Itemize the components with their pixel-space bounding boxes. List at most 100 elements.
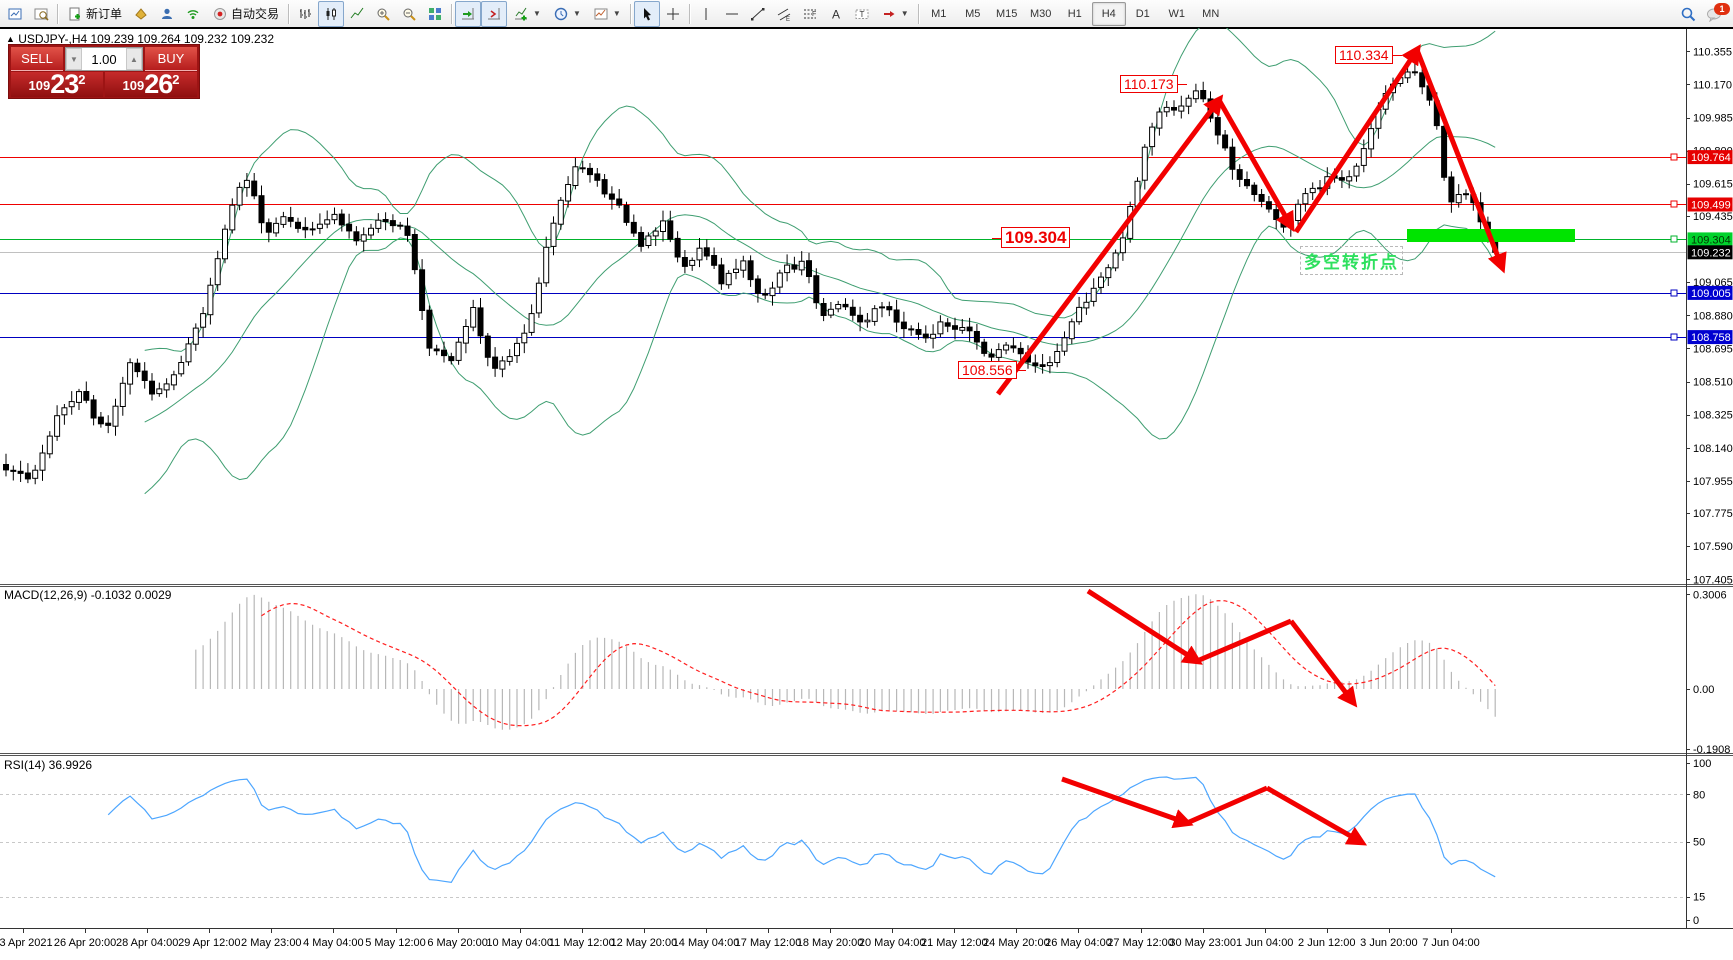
time-tick-label: 29 Apr 12:00 xyxy=(178,937,240,949)
free-text-object[interactable]: 多空转折点 xyxy=(1300,246,1403,275)
price-tick-label: 107.775 xyxy=(1693,508,1733,520)
sell-price[interactable]: 109232 xyxy=(11,72,103,97)
candlestick-chart-button[interactable] xyxy=(318,1,344,27)
equidistant-channel-button[interactable]: E xyxy=(771,1,797,27)
trendline-icon xyxy=(750,6,766,22)
timeframe-button-w1[interactable]: W1 xyxy=(1160,2,1194,26)
timeframe-toolbar: M1M5M15M30H1H4D1W1MN xyxy=(922,2,1228,26)
trend-arrows-main[interactable] xyxy=(998,50,1502,394)
bollinger-upper-band xyxy=(145,22,1496,351)
templates-button[interactable]: ▼ xyxy=(587,1,627,27)
community-button[interactable] xyxy=(154,1,180,27)
indicators-button[interactable]: ▼ xyxy=(507,1,547,27)
buy-price[interactable]: 109262 xyxy=(105,72,197,97)
timeframe-button-h1[interactable]: H1 xyxy=(1058,2,1092,26)
timeframe-button-h4[interactable]: H4 xyxy=(1092,2,1126,26)
fibonacci-icon: F xyxy=(802,6,818,22)
macd-histogram xyxy=(196,594,1495,729)
text-label-button[interactable]: T xyxy=(849,1,875,27)
trendline-button[interactable] xyxy=(745,1,771,27)
time-tick-label: 2 May 23:00 xyxy=(241,937,302,949)
auto-scroll-button[interactable] xyxy=(455,1,481,27)
autotrading-button[interactable]: 自动交易 xyxy=(206,1,285,27)
time-scale[interactable]: 23 Apr 202126 Apr 20:0028 Apr 04:0029 Ap… xyxy=(0,929,1480,949)
buy-price-pips: 26 xyxy=(144,72,172,97)
dropdown-caret-icon: ▼ xyxy=(613,9,621,18)
bollinger-bands xyxy=(145,22,1496,494)
price-tick-label: 110.355 xyxy=(1693,46,1732,58)
line-chart-button[interactable] xyxy=(344,1,370,27)
time-tick-label: 17 May 12:00 xyxy=(735,937,802,949)
price-scale[interactable]: 110.355110.170109.985109.800109.615109.4… xyxy=(1686,46,1733,927)
shapes-arrows-button[interactable]: ▼ xyxy=(875,1,915,27)
price-tick-label: 108.510 xyxy=(1693,377,1733,389)
bollinger-middle-band xyxy=(145,136,1496,422)
vertical-line-icon xyxy=(698,6,714,22)
new-order-button[interactable]: 新订单 xyxy=(61,1,128,27)
time-tick-label: 2 Jun 12:00 xyxy=(1298,937,1356,949)
signals-button[interactable] xyxy=(180,1,206,27)
notifications-button[interactable]: 1 xyxy=(1701,1,1727,27)
autotrading-icon xyxy=(212,6,228,22)
time-tick-label: 10 May 04:00 xyxy=(486,937,553,949)
toolbar-separator xyxy=(451,4,452,24)
annotation-pointer-line xyxy=(1178,84,1187,85)
rsi-tick-label: 100 xyxy=(1693,758,1711,770)
price-annotation-box[interactable]: 108.556 xyxy=(958,361,1017,379)
bar-chart-button[interactable] xyxy=(292,1,318,27)
rsi-tick-label: 50 xyxy=(1693,837,1705,849)
search-button[interactable] xyxy=(1675,1,1701,27)
annotation-pointer-line xyxy=(992,238,1001,239)
price-annotation-box[interactable]: 110.173 xyxy=(1120,75,1178,93)
sell-button[interactable]: SELL xyxy=(11,47,63,71)
volume-input[interactable]: 1.00 xyxy=(82,48,126,70)
price-tag-label: 109.005 xyxy=(1691,288,1731,300)
dropdown-caret-icon: ▼ xyxy=(901,9,909,18)
metaeditor-button[interactable] xyxy=(128,1,154,27)
buy-price-figure: 109 xyxy=(123,75,145,97)
trend-arrows-macd[interactable] xyxy=(1088,591,1353,702)
metaeditor-icon xyxy=(133,6,149,22)
notification-badge: 1 xyxy=(1714,3,1730,15)
timeframe-button-m15[interactable]: M15 xyxy=(990,2,1024,26)
new-order-label: 新订单 xyxy=(86,5,122,22)
macd-indicator-label: MACD(12,26,9) -0.1032 0.0029 xyxy=(4,588,171,602)
timeframe-button-m1[interactable]: M1 xyxy=(922,2,956,26)
text-button[interactable]: A xyxy=(823,1,849,27)
dropdown-caret-icon: ▼ xyxy=(533,9,541,18)
time-tick-label: 7 Jun 04:00 xyxy=(1422,937,1480,949)
timeframe-button-mn[interactable]: MN xyxy=(1194,2,1228,26)
trend-arrows-rsi[interactable] xyxy=(1062,779,1361,842)
time-tick-label: 30 May 23:00 xyxy=(1169,937,1236,949)
horizontal-line-button[interactable] xyxy=(719,1,745,27)
toolbar-separator xyxy=(288,4,289,24)
chart-shift-button[interactable] xyxy=(481,1,507,27)
cursor-button[interactable] xyxy=(634,1,660,27)
svg-text:T: T xyxy=(859,10,864,19)
timeframe-button-m5[interactable]: M5 xyxy=(956,2,990,26)
timeframe-button-d1[interactable]: D1 xyxy=(1126,2,1160,26)
price-annotation-box[interactable]: 109.304 xyxy=(1001,227,1070,248)
price-annotation-box[interactable]: 110.334 xyxy=(1335,46,1393,64)
periods-button[interactable]: ▼ xyxy=(547,1,587,27)
fibonacci-button[interactable]: F xyxy=(797,1,823,27)
time-tick-label: 14 May 04:00 xyxy=(673,937,740,949)
vertical-line-button[interactable] xyxy=(693,1,719,27)
buy-button[interactable]: BUY xyxy=(145,47,197,71)
timeframe-button-m30[interactable]: M30 xyxy=(1024,2,1058,26)
tile-windows-button[interactable] xyxy=(422,1,448,27)
text-icon: A xyxy=(828,6,844,22)
sell-price-figure: 109 xyxy=(29,75,51,97)
trend-arrow-segment xyxy=(1187,788,1267,823)
price-tick-label: 108.140 xyxy=(1693,443,1733,455)
zoom-in-button[interactable] xyxy=(370,1,396,27)
profiles-button[interactable] xyxy=(28,1,54,27)
crosshair-button[interactable] xyxy=(660,1,686,27)
charts-window-button[interactable] xyxy=(2,1,28,27)
zoom-out-button[interactable] xyxy=(396,1,422,27)
chart-window[interactable]: 110.355110.170109.985109.800109.615109.4… xyxy=(0,0,1733,955)
annotation-pointer-line xyxy=(1017,370,1026,371)
toolbar-separator xyxy=(689,4,690,24)
time-tick-label: 26 Apr 20:00 xyxy=(54,937,116,949)
volume-increase-button[interactable]: ▲ xyxy=(126,48,142,70)
